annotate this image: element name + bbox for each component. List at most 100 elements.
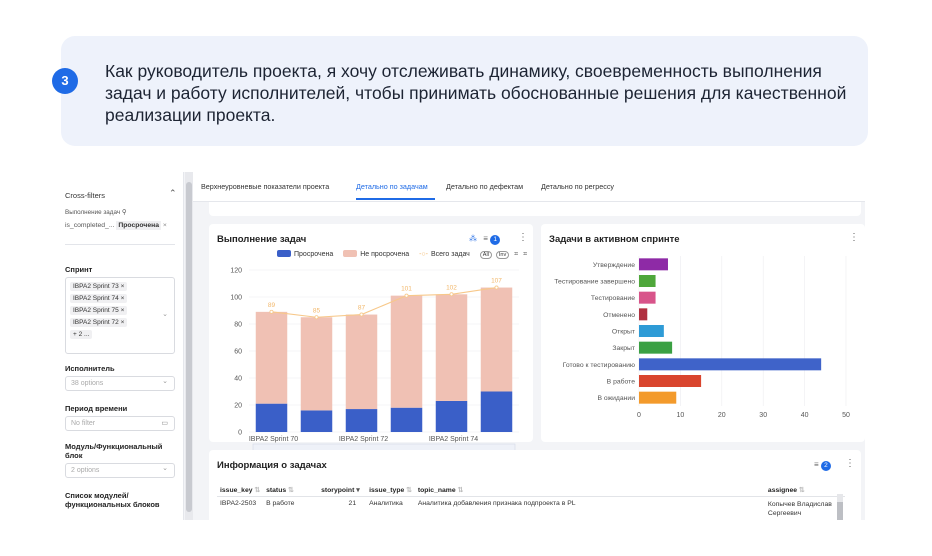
y-tick-label: 120 [230, 268, 242, 275]
sprint-filter-label: Спринт [65, 265, 93, 274]
bar-overdue [345, 409, 378, 432]
divider [65, 244, 175, 245]
x-tick-label: IBPA2 Sprint 70 [249, 436, 298, 443]
issues-info-card: Информация о задачах ≡ 2 ⋮ issue_key ⇅ s… [209, 450, 861, 520]
period-select[interactable]: No filter ▭ [65, 416, 175, 431]
filters-title: Cross-filters [65, 191, 106, 200]
crossfilter-label: Выполнение задач ⚲ [65, 209, 127, 216]
status-cell: В работе [266, 500, 295, 507]
bar [639, 391, 677, 404]
bar [639, 291, 656, 304]
collapse-filters-icon[interactable]: ⌃ [169, 188, 177, 199]
sprint-tag[interactable]: IBPA2 Sprint 74 × [70, 294, 128, 303]
total-point [359, 312, 364, 317]
y-tick-label: Закрыт [612, 345, 635, 352]
tab-top-level[interactable]: Верхнеуровневые показатели проекта [201, 182, 329, 191]
total-point [449, 292, 454, 297]
data-label: 89 [268, 302, 276, 309]
previous-card-bottom [209, 202, 861, 216]
bar-overdue [435, 400, 468, 432]
y-tick-label: 100 [230, 295, 242, 302]
filter-icon[interactable]: ≡ [814, 460, 819, 469]
data-label: 85 [313, 307, 321, 314]
remove-crossfilter-icon[interactable]: × [163, 222, 167, 229]
bar-overdue [300, 410, 333, 432]
search-icon: ⚲ [121, 209, 127, 216]
column-header[interactable]: status ⇅ [263, 484, 319, 497]
tab-regress-detail[interactable]: Детально по регрессу [541, 182, 614, 191]
sprint-more[interactable]: + 2 ... [70, 330, 93, 339]
bar-ontime [255, 311, 288, 404]
x-tick-label: IBPA2 Sprint 74 [429, 436, 478, 443]
topic-cell: Аналитика добавления признака подпроекта… [417, 500, 576, 507]
x-tick-label: 20 [718, 412, 726, 419]
sprint-tag[interactable]: IBPA2 Sprint 73 × [70, 282, 128, 291]
y-tick-label: 0 [238, 430, 242, 437]
sprint-tag[interactable]: IBPA2 Sprint 75 × [70, 306, 128, 315]
x-tick-label: 30 [759, 412, 767, 419]
data-label: 107 [491, 278, 502, 285]
y-tick-label: 80 [234, 322, 242, 329]
active-sprint-card: Задачи в активном спринте ⋮ 0 10 20 30 40 50 У… [541, 224, 865, 442]
story-text: Как руководитель проекта, я хочу отслежи… [105, 61, 847, 125]
bar-overdue [480, 391, 513, 432]
y-tick-label: 40 [234, 376, 242, 383]
active-tab-indicator [356, 198, 435, 200]
table-header-row: issue_key ⇅ status ⇅ storypoint ▾ issue_… [217, 484, 845, 497]
data-label: 87 [358, 305, 366, 312]
total-point [404, 293, 409, 298]
y-tick-label: Отменено [603, 312, 635, 319]
column-header[interactable]: topic_name ⇅ [414, 484, 765, 497]
bar-overdue [390, 407, 423, 432]
total-point [494, 285, 499, 290]
y-tick-label: Тестирование [591, 295, 635, 302]
sprint-multiselect[interactable]: IBPA2 Sprint 73 × IBPA2 Sprint 74 × IBPA… [65, 277, 175, 354]
bar-ontime [300, 317, 333, 411]
bar-ontime [345, 314, 378, 410]
y-tick-label: В работе [607, 378, 636, 386]
column-header[interactable]: storypoint ▾ [318, 484, 367, 497]
x-tick-label: 40 [801, 412, 809, 419]
story-number-badge: 3 [52, 68, 78, 94]
sprint-tag[interactable]: IBPA2 Sprint 72 × [70, 318, 128, 327]
table-scrollbar[interactable] [837, 494, 843, 520]
task-execution-chart: 0 20 40 60 80 100 120 89 IBPA2 Sprint 70 85 87 IBPA… [230, 268, 519, 459]
main-area: Верхнеуровневые показатели проекта Детал… [193, 172, 865, 520]
storypoint-cell: 21 [348, 500, 357, 507]
y-tick-label: В ожидании [597, 395, 635, 402]
filters-scrollbar[interactable] [185, 172, 193, 520]
task-execution-card: Выполнение задач ⁂ ≡ 1 ⋮ Просрочена Не п… [209, 224, 533, 459]
column-header[interactable]: issue_key ⇅ [217, 484, 264, 497]
y-tick-label: Открыт [612, 329, 635, 336]
data-label: 101 [401, 286, 412, 293]
column-header[interactable]: issue_type ⇅ [366, 484, 415, 497]
card-tools: ≡ 2 [814, 460, 831, 471]
bar [639, 258, 668, 271]
module-select[interactable]: 2 options ⌄ [65, 463, 175, 478]
assignee-filter-label: Исполнитель [65, 364, 115, 373]
more-icon[interactable]: ⋮ [845, 458, 855, 469]
crossfilter-chip[interactable]: is_completed_... Просрочена × [65, 221, 167, 230]
y-tick-label: 60 [234, 349, 242, 356]
issue-key-link[interactable]: IBPA2-2503 [217, 497, 263, 521]
bar-ontime [435, 294, 468, 401]
dashboard-screenshot: Cross-filters ⌃ Выполнение задач ⚲ is_co… [57, 172, 865, 520]
column-header[interactable]: assignee ⇅ [764, 484, 845, 497]
active-sprint-chart: 0 10 20 30 40 50 Утверждение Тестирование завер… [554, 256, 850, 419]
y-tick-label: 20 [234, 403, 242, 410]
bar [639, 341, 673, 354]
period-filter-label: Период времени [65, 404, 128, 413]
assignee-cell: Копычев Владислав Сергеевич [767, 501, 832, 517]
tabs-bar: Верхнеуровневые показатели проекта Детал… [193, 172, 865, 202]
bar [639, 375, 702, 387]
tab-defects-detail[interactable]: Детально по дефектам [446, 182, 523, 191]
issue-type-cell: Аналитика [369, 500, 403, 507]
assignee-select[interactable]: 38 options ⌄ [65, 376, 175, 391]
chevron-down-icon: ⌄ [162, 311, 168, 318]
x-tick-label: 0 [637, 412, 641, 419]
bar [639, 358, 822, 371]
table-row[interactable]: IBPA2-2503 В работе 21 Аналитика Аналити… [217, 497, 845, 521]
filters-panel: Cross-filters ⌃ Выполнение задач ⚲ is_co… [57, 172, 184, 520]
tab-tasks-detail[interactable]: Детально по задачам [356, 182, 428, 191]
y-tick-label: Утверждение [593, 262, 635, 269]
